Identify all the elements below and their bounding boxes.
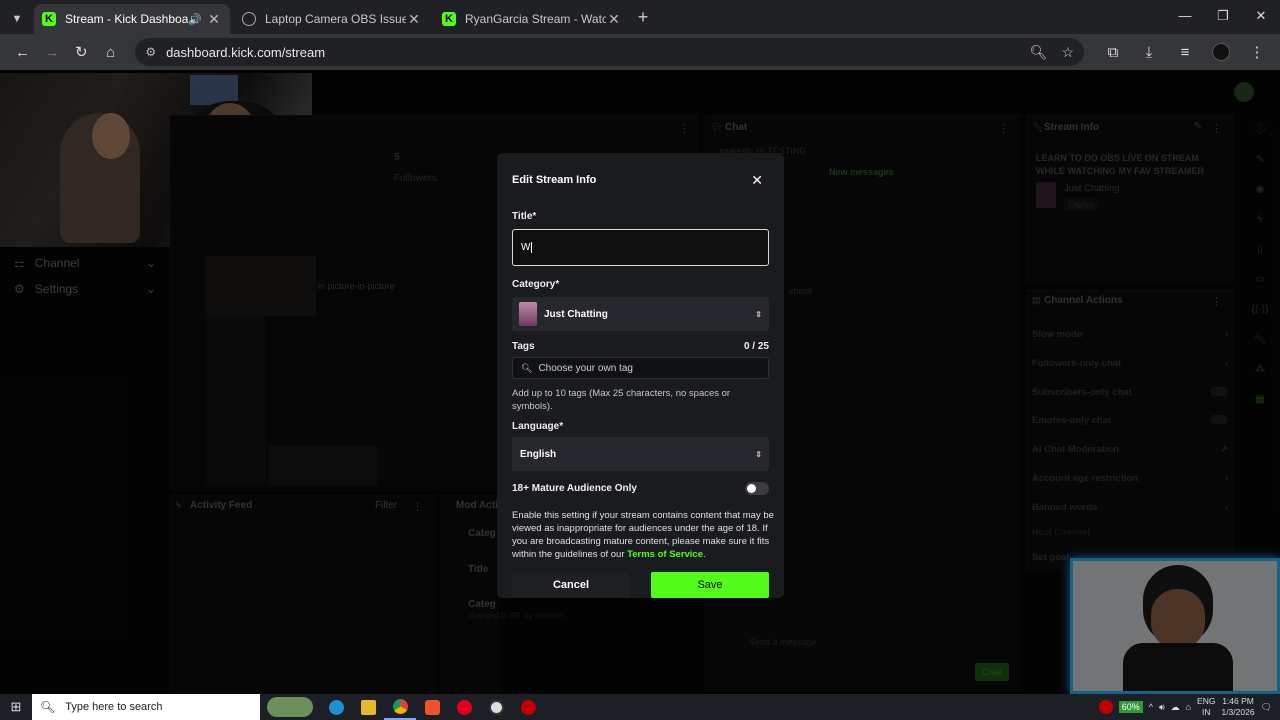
title-label: Title* [512, 211, 537, 222]
tab-title: RyanGarcia Stream - Watch Live [465, 12, 606, 26]
save-label: Save [697, 579, 723, 591]
window-controls: — ❐ ✕ [1166, 0, 1280, 34]
home-icon[interactable]: ⌂ [96, 37, 125, 67]
speaker-icon[interactable]: 🔊 [188, 13, 206, 26]
volume-icon[interactable]: 🔊︎ [1159, 702, 1165, 713]
brave-icon[interactable] [416, 694, 448, 720]
tags-label: Tags [512, 341, 535, 352]
network-icon[interactable]: ⌂ [1186, 702, 1191, 712]
clock[interactable]: 1:46 PM 1/3/2026 [1221, 696, 1254, 718]
mature-audience-toggle[interactable] [745, 482, 769, 495]
tags-counter: 0 / 25 [743, 341, 769, 352]
category-value: Just Chatting [544, 308, 608, 320]
close-window-icon[interactable]: ✕ [1242, 0, 1280, 34]
category-thumbnail [519, 302, 537, 326]
notifications-icon[interactable]: 🗨︎ [1261, 702, 1272, 713]
region-code: IN [1202, 707, 1211, 717]
record-icon[interactable] [1098, 700, 1113, 714]
title-input-value: W [521, 242, 531, 253]
chevron-up-icon[interactable]: ^ [1149, 702, 1153, 712]
kick-icon: K [442, 12, 456, 26]
close-tab-icon[interactable]: ✕ [406, 11, 422, 28]
record-app-icon[interactable] [512, 694, 544, 720]
extensions-icon[interactable]: ⧉ [1098, 37, 1128, 67]
back-icon[interactable]: ← [8, 37, 37, 67]
battery-indicator[interactable]: 60% [1118, 701, 1143, 713]
taskbar-search-box[interactable]: 🔍︎ Type here to search [32, 694, 260, 720]
tab-title: Laptop Camera OBS Issue [265, 12, 406, 26]
tab-obs-issue[interactable]: Laptop Camera OBS Issue ✕ [234, 4, 430, 34]
mature-help-text: Enable this setting if your stream conta… [512, 510, 774, 560]
zoom-icon[interactable]: 🔍︎ [1030, 44, 1048, 61]
windows-taskbar: ⊞ 🔍︎ Type here to search 60% ^ 🔊︎ ☁ ⌂ EN… [0, 694, 1280, 720]
widget-icon[interactable] [260, 694, 320, 720]
taskbar-search-placeholder: Type here to search [65, 701, 163, 713]
category-select[interactable]: Just Chatting ⇕ [512, 297, 769, 331]
select-arrows-icon: ⇕ [755, 449, 762, 459]
forward-icon[interactable]: → [37, 37, 66, 67]
tags-placeholder: Choose your own tag [538, 362, 633, 374]
file-explorer-icon[interactable] [352, 694, 384, 720]
search-icon: 🔍︎ [521, 362, 533, 373]
search-icon: 🔍︎ [40, 700, 56, 714]
select-arrows-icon: ⇕ [755, 309, 762, 319]
category-label: Category* [512, 279, 560, 290]
tab-ryangarcia-stream[interactable]: K RyanGarcia Stream - Watch Live ✕ [434, 4, 630, 34]
downloads-icon[interactable]: ⤓ [1134, 37, 1164, 67]
title-input[interactable]: W [512, 229, 769, 266]
clock-time: 1:46 PM [1222, 696, 1254, 706]
mature-audience-label: 18+ Mature Audience Only [512, 483, 637, 494]
close-tab-icon[interactable]: ✕ [606, 11, 622, 28]
new-tab-button[interactable]: + [630, 7, 656, 28]
reload-icon[interactable]: ↻ [67, 37, 96, 67]
terms-of-service-link[interactable]: Terms of Service [627, 549, 703, 560]
cancel-label: Cancel [552, 579, 590, 591]
language-code: ENG [1197, 696, 1216, 706]
profile-avatar[interactable] [1206, 37, 1236, 67]
maximize-icon[interactable]: ❐ [1204, 0, 1242, 34]
close-icon[interactable]: ✕ [751, 172, 763, 189]
language-label: Language* [512, 421, 564, 432]
language-select[interactable]: English ⇕ [512, 437, 769, 471]
tab-search-button[interactable]: ▼ [4, 6, 30, 32]
browser-toolbar: ← → ↻ ⌂ ⚙ dashboard.kick.com/stream 🔍︎ ☆… [0, 34, 1280, 70]
save-button[interactable]: Save [651, 572, 769, 598]
url-text: dashboard.kick.com/stream [166, 44, 326, 60]
edge-icon[interactable] [320, 694, 352, 720]
browser-tab-bar: ▼ K Stream - Kick Dashboard 🔊 ✕ Laptop C… [0, 0, 1280, 34]
tab-title: Stream - Kick Dashboard [65, 12, 188, 26]
close-tab-icon[interactable]: ✕ [206, 11, 222, 28]
dashboard-page: ⚏ Channel ⌄ ⚙ Settings ⌄ 5 Followers ⋮ i… [0, 70, 1280, 694]
obs-icon[interactable] [480, 694, 512, 720]
edit-stream-info-dialog: Edit Stream Info ✕ Title* W Category* Ju… [497, 153, 784, 598]
dialog-title: Edit Stream Info [512, 174, 597, 186]
language-indicator[interactable]: ENG IN [1197, 696, 1215, 718]
media-control-icon[interactable]: ≡ [1170, 37, 1200, 67]
system-tray: 60% ^ 🔊︎ ☁ ⌂ ENG IN 1:46 PM 1/3/2026 🗨︎ [1098, 696, 1280, 718]
cloud-icon[interactable]: ☁ [1171, 702, 1180, 713]
bookmark-star-icon[interactable]: ☆ [1061, 44, 1074, 61]
address-bar[interactable]: ⚙ dashboard.kick.com/stream 🔍︎ ☆ [135, 38, 1084, 66]
cancel-button[interactable]: Cancel [512, 572, 630, 598]
tags-help-text: Add up to 10 tags (Max 25 characters, no… [512, 388, 731, 412]
minimize-icon[interactable]: — [1166, 0, 1204, 34]
opera-icon[interactable] [448, 694, 480, 720]
tab-kick-dashboard[interactable]: K Stream - Kick Dashboard 🔊 ✕ [34, 4, 230, 34]
chrome-icon[interactable] [384, 694, 416, 720]
kick-icon: K [42, 12, 56, 26]
menu-kebab-icon[interactable]: ⋮ [1242, 37, 1272, 67]
tags-input[interactable]: 🔍︎ Choose your own tag [512, 357, 769, 379]
language-value: English [520, 448, 557, 460]
site-info-icon[interactable]: ⚙ [145, 45, 156, 59]
windows-start-icon[interactable]: ⊞ [0, 699, 32, 715]
clock-date: 1/3/2026 [1221, 707, 1255, 717]
globe-icon [242, 12, 256, 26]
